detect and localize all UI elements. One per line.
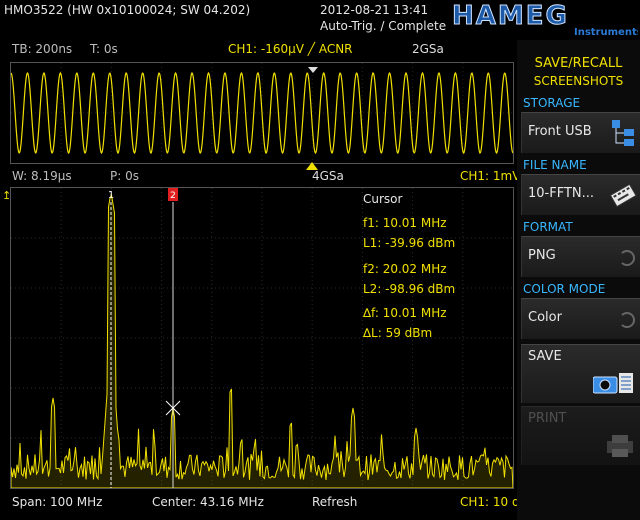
storage-button[interactable]: Front USB: [521, 112, 640, 153]
window-position: P: 0s: [110, 169, 139, 183]
print-label: PRINT: [528, 411, 567, 426]
softkey-panel: SAVE/RECALL SCREENSHOTS STORAGE Front US…: [517, 40, 640, 520]
top-bar: HMO3522 (HW 0x10100024; SW 04.202) 2012-…: [0, 0, 640, 38]
refresh-mode: Refresh: [312, 495, 358, 509]
save-label: SAVE: [528, 349, 562, 364]
trigger-time: T: 0s: [90, 42, 118, 56]
cursor-delta-l: ∆L: 59 dBm: [363, 326, 433, 340]
filename-button[interactable]: 10-FFTN...: [521, 174, 640, 215]
format-value: PNG: [528, 248, 556, 263]
channel-setting: CH1: -160µV ╱ ACNR: [228, 42, 353, 56]
print-button[interactable]: PRINT: [521, 406, 640, 465]
logo-sub: Instruments: [574, 27, 638, 36]
cursor-1-number: 1: [108, 190, 114, 201]
format-label: FORMAT: [523, 220, 573, 234]
filename-value: 10-FFTN...: [528, 186, 595, 201]
fft-window[interactable]: 21 Cursor f1: 10.01 MHz L1: -39.96 dBm f…: [10, 187, 514, 489]
cursor-l1: L1: -39.96 dBm: [363, 236, 456, 250]
sine-trace: [10, 71, 514, 155]
keyboard-icon: [609, 181, 637, 213]
menu-subtitle: SCREENSHOTS: [533, 74, 624, 88]
storage-label: STORAGE: [523, 96, 581, 110]
colormode-value: Color: [528, 310, 562, 325]
hameg-logo: HAMEG Instruments: [452, 1, 640, 39]
cursor-delta-f: ∆f: 10.01 MHz: [363, 306, 447, 320]
cursor-f1: f1: 10.01 MHz: [363, 216, 447, 230]
colormode-button[interactable]: Color: [521, 298, 640, 339]
sample-rate: 2GSa: [412, 42, 444, 56]
printer-icon: [605, 433, 635, 463]
fft-grid: [11, 188, 513, 488]
menu-title: SAVE/RECALL: [534, 56, 623, 71]
trigger-status: Auto-Trig. / Complete: [320, 19, 447, 33]
center-frequency: Center: 43.16 MHz: [152, 495, 264, 509]
datetime: 2012-08-21 13:41: [320, 3, 429, 17]
rotate-knob-icon: [619, 250, 635, 266]
trigger-position-marker-top: [308, 58, 318, 77]
filename-label: FILE NAME: [523, 158, 587, 172]
fft-channel: CH1: 1mV: [460, 169, 521, 183]
storage-value: Front USB: [528, 124, 592, 139]
spectrum: 21: [10, 188, 514, 489]
timebase: TB: 200ns: [12, 42, 73, 56]
span: Span: 100 MHz: [12, 495, 103, 509]
save-button[interactable]: SAVE: [521, 344, 640, 403]
storage-tree-icon: [611, 119, 637, 151]
window-width: W: 8.19µs: [12, 169, 72, 183]
fft-sample-rate: 4GSa: [312, 169, 344, 183]
time-waveform: [10, 63, 514, 163]
camera-icon: [592, 371, 635, 401]
format-button[interactable]: PNG: [521, 236, 640, 277]
cursor-f2: f2: 20.02 MHz: [363, 262, 447, 276]
cursor-2-number: 2: [170, 191, 176, 201]
cursor-l2: L2: -98.96 dBm: [363, 282, 456, 296]
colormode-label: COLOR MODE: [523, 282, 606, 296]
rotate-knob-icon: [619, 312, 635, 328]
logo-text: HAMEG: [452, 2, 569, 31]
cursor-title: Cursor: [363, 192, 403, 206]
model-info: HMO3522 (HW 0x10100024; SW 04.202): [4, 3, 251, 17]
time-domain-window[interactable]: [10, 62, 514, 164]
